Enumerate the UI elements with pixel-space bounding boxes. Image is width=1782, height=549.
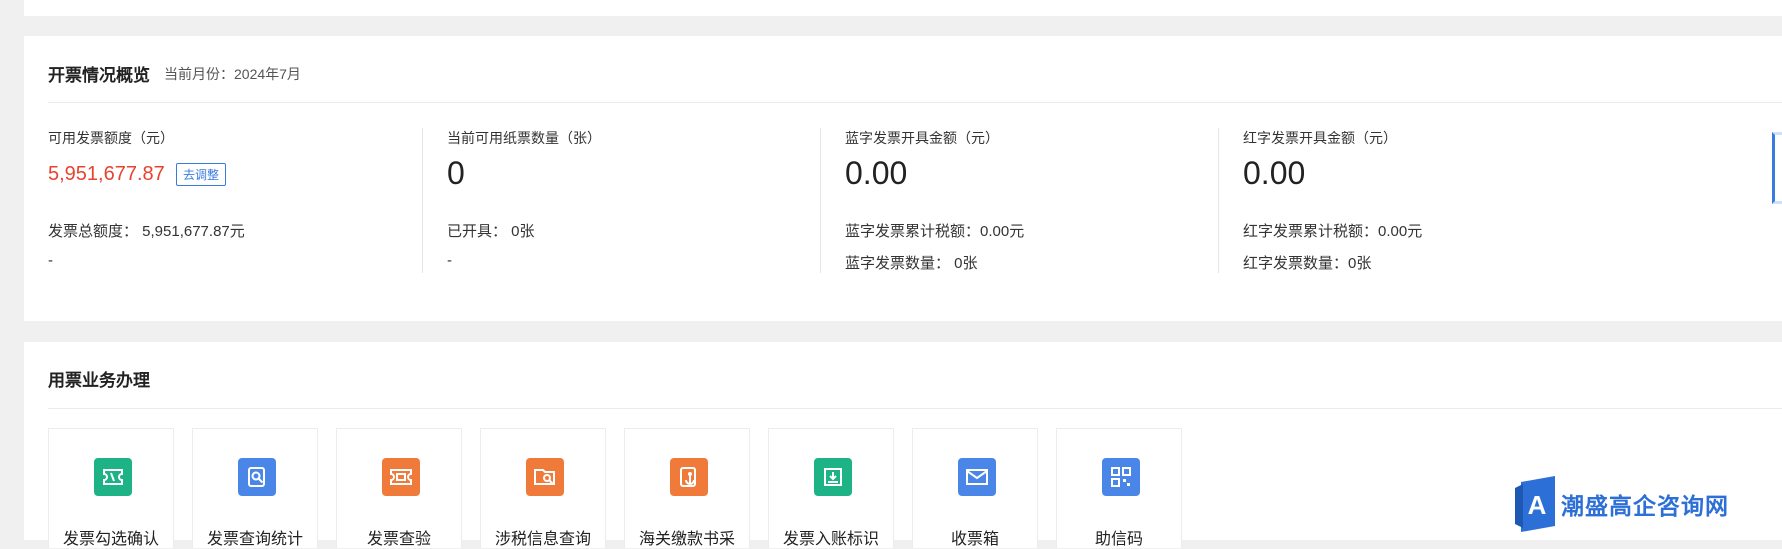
mail-icon — [958, 458, 996, 496]
qr-code-icon — [1102, 458, 1140, 496]
tile-tax-info-query[interactable]: 涉税信息查询 — [480, 428, 606, 548]
anchor-doc-icon — [670, 458, 708, 496]
stat-detail: 蓝字发票累计税额：0.00元 — [845, 223, 1025, 240]
svg-text:A: A — [1528, 490, 1547, 520]
stat-paper-invoices: 当前可用纸票数量（张） 0 已开具： 0张 - — [422, 128, 853, 273]
current-month: 当前月份：2024年7月 — [164, 66, 301, 82]
edge-decoration-icon — [1772, 132, 1782, 204]
tile-label: 发票入账标识 — [782, 531, 879, 548]
tile-invoice-selection[interactable]: 发票勾选确认 — [48, 428, 174, 548]
overview-divider — [48, 102, 1782, 103]
tile-customs-payment[interactable]: 海关缴款书采 — [624, 428, 750, 548]
stat-value: 0.00 — [1243, 155, 1306, 191]
stat-value: 0.00 — [845, 155, 908, 191]
adjust-quota-button[interactable]: 去调整 — [176, 163, 227, 186]
stat-label: 蓝字发票开具金额（元） — [845, 130, 999, 146]
stat-detail: 红字发票累计税额：0.00元 — [1243, 223, 1423, 240]
stat-detail: - — [48, 252, 53, 269]
stat-value: 0 — [447, 155, 465, 191]
ticket-icon — [94, 458, 132, 496]
tile-invoice-booking[interactable]: 发票入账标识 — [768, 428, 894, 548]
stat-label: 当前可用纸票数量（张） — [447, 130, 601, 146]
watermark-text: 潮盛高企咨询网 — [1561, 493, 1729, 520]
stat-detail: 发票总额度： 5,951,677.87元 — [48, 223, 245, 240]
tile-invoice-verify[interactable]: 发票查验 — [336, 428, 462, 548]
tile-label: 发票查验 — [366, 531, 431, 548]
invoice-overview-panel: 开票情况概览 当前月份：2024年7月 可用发票额度（元） 5,951,677.… — [24, 36, 1782, 321]
tile-label: 海关缴款书采 — [638, 531, 735, 548]
tile-label: 助信码 — [1094, 531, 1143, 548]
tile-invoice-query[interactable]: 发票查询统计 — [192, 428, 318, 548]
business-title: 用票业务办理 — [48, 371, 150, 390]
folder-search-icon — [526, 458, 564, 496]
tile-credit-code[interactable]: 助信码 — [1056, 428, 1182, 548]
stat-label: 红字发票开具金额（元） — [1243, 130, 1397, 146]
stat-label: 可用发票额度（元） — [48, 130, 174, 146]
watermark: A 潮盛高企咨询网 — [1515, 476, 1729, 532]
top-panel-strip — [24, 0, 1782, 16]
inbox-download-icon — [814, 458, 852, 496]
ticket-check-icon — [382, 458, 420, 496]
stat-detail: 已开具： 0张 — [447, 223, 535, 240]
tile-inbox[interactable]: 收票箱 — [912, 428, 1038, 548]
watermark-logo-icon: A — [1515, 476, 1555, 532]
stat-red-invoices: 红字发票开具金额（元） 0.00 红字发票累计税额：0.00元 红字发票数量：0… — [1218, 128, 1649, 273]
stat-detail: 红字发票数量：0张 — [1243, 255, 1372, 272]
stat-value: 5,951,677.87 — [48, 163, 165, 185]
stat-blue-invoices: 蓝字发票开具金额（元） 0.00 蓝字发票累计税额：0.00元 蓝字发票数量： … — [820, 128, 1251, 273]
tile-label: 涉税信息查询 — [494, 531, 591, 548]
overview-title: 开票情况概览 — [48, 66, 150, 85]
tile-label: 发票勾选确认 — [62, 531, 159, 548]
business-divider — [48, 408, 1782, 409]
stat-detail: 蓝字发票数量： 0张 — [845, 255, 978, 272]
doc-search-icon — [238, 458, 276, 496]
stat-detail: - — [447, 252, 452, 269]
tile-label: 收票箱 — [950, 531, 999, 548]
tile-label: 发票查询统计 — [206, 531, 303, 548]
stat-available-quota: 可用发票额度（元） 5,951,677.87 去调整 发票总额度： 5,951,… — [24, 128, 454, 273]
